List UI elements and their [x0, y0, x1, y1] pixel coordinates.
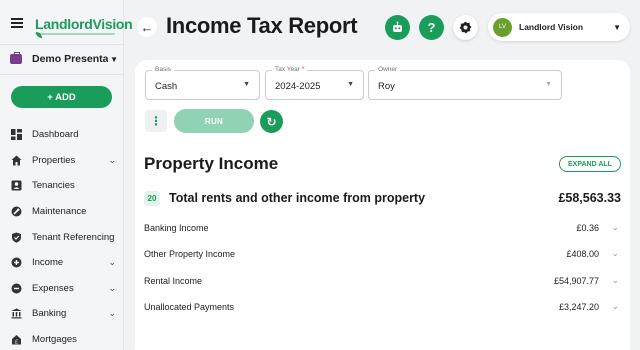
chevron-down-icon[interactable]: ⌄ — [611, 222, 619, 233]
support-button[interactable] — [385, 15, 410, 40]
row-label: Unallocated Payments — [144, 302, 235, 312]
dashboard-icon — [11, 129, 22, 141]
more-vert-icon: ⋮ — [150, 114, 162, 128]
tax-year-label: Tax Year * — [272, 66, 308, 73]
tenancies-icon — [11, 180, 22, 191]
report-row[interactable]: Banking Income £0.36 ⌄ — [144, 221, 619, 237]
sidebar-item-income[interactable]: Income ⌄ — [0, 250, 124, 276]
mortgage-icon: £ — [11, 334, 22, 345]
help-button[interactable]: ? — [419, 15, 444, 40]
caret-down-icon: ▼ — [243, 81, 250, 88]
sidebar-item-expenses[interactable]: Expenses ⌄ — [0, 276, 124, 302]
sidebar-item-tenant-referencing[interactable]: Tenant Referencing — [0, 224, 124, 250]
section-title: Property Income — [144, 154, 279, 173]
briefcase-icon — [10, 52, 22, 64]
basis-select[interactable]: Basis Cash ▼ — [145, 66, 260, 100]
sidebar: LandlordVision Demo Presentati... ▼ + AD… — [0, 0, 133, 350]
menu-icon[interactable] — [11, 18, 23, 28]
page-title: Income Tax Report — [166, 13, 358, 38]
total-code-badge: 20 — [144, 191, 160, 206]
gear-icon — [459, 21, 472, 34]
chevron-down-icon: ⌄ — [108, 308, 116, 319]
report-row[interactable]: Unallocated Payments £3,247.20 ⌄ — [144, 300, 619, 316]
more-options-button[interactable]: ⋮ — [145, 110, 167, 132]
run-button[interactable]: RUN — [174, 109, 254, 133]
tax-year-label-text: Tax Year — [275, 66, 300, 73]
owner-label: Owner — [375, 66, 401, 73]
question-icon: ? — [427, 20, 436, 35]
tax-year-select[interactable]: Tax Year * 2024-2025 ▼ — [265, 66, 364, 100]
chevron-down-icon[interactable]: ⌄ — [611, 275, 619, 286]
user-menu[interactable]: LV Landlord Vision ▼ — [488, 13, 630, 41]
sidebar-item-label: Banking — [32, 308, 67, 320]
organization-name: Demo Presentati... — [32, 53, 109, 65]
avatar: LV — [493, 17, 512, 37]
caret-down-icon: ▼ — [347, 81, 354, 88]
report-row[interactable]: Rental Income £54,907.77 ⌄ — [144, 274, 619, 290]
user-name: Landlord Vision — [519, 22, 584, 32]
total-label: Total rents and other income from proper… — [169, 191, 426, 205]
refresh-icon: ↻ — [266, 114, 277, 129]
row-label: Banking Income — [144, 223, 209, 233]
sidebar-item-label: Tenant Referencing — [32, 231, 115, 243]
row-label: Rental Income — [144, 276, 203, 286]
add-button[interactable]: + ADD — [11, 86, 112, 108]
total-value: £58,563.33 — [558, 191, 621, 205]
report-card: Basis Cash ▼ Tax Year * 2024-2025 ▼ Owne… — [135, 60, 630, 350]
chevron-down-icon[interactable]: ⌄ — [611, 248, 619, 259]
refresh-button[interactable]: ↻ — [260, 110, 283, 133]
settings-button[interactable] — [453, 15, 478, 40]
tax-year-value: 2024-2025 — [275, 81, 321, 92]
row-value: £0.36 — [576, 223, 599, 233]
chevron-down-icon[interactable]: ⌄ — [611, 301, 619, 312]
wrench-icon — [11, 206, 22, 217]
sidebar-item-label: Dashboard — [32, 129, 79, 141]
arrow-left-icon: ← — [140, 19, 154, 35]
sidebar-item-mortgages[interactable]: £ Mortgages — [0, 327, 124, 350]
chevron-down-icon: ⌄ — [108, 282, 116, 293]
divider — [0, 44, 124, 45]
chevron-down-icon: ⌄ — [108, 257, 116, 268]
back-button[interactable]: ← — [137, 17, 157, 37]
caret-down-icon: ▼ — [613, 22, 621, 32]
caret-down-icon: ▼ — [110, 54, 118, 64]
owner-value: Roy — [378, 81, 395, 92]
required-mark: * — [301, 66, 305, 73]
row-value: £3,247.20 — [558, 302, 599, 312]
row-value: £54,907.77 — [553, 276, 599, 286]
basis-value: Cash — [155, 81, 178, 92]
report-row[interactable]: Other Property Income £408.00 ⌄ — [144, 247, 619, 263]
shield-icon — [11, 232, 22, 243]
sidebar-item-tenancies[interactable]: Tenancies — [0, 173, 124, 199]
home-icon — [11, 155, 22, 166]
row-label: Other Property Income — [144, 249, 236, 259]
owner-select[interactable]: Owner Roy ▼ — [368, 66, 562, 100]
plus-circle-icon — [11, 257, 22, 268]
sidebar-nav: Dashboard Properties ⌄ Tenancies Mainten… — [0, 122, 124, 350]
bank-icon — [11, 308, 22, 319]
sidebar-item-label: Maintenance — [32, 206, 87, 218]
organization-selector[interactable]: Demo Presentati... ▼ — [10, 52, 118, 65]
sidebar-item-banking[interactable]: Banking ⌄ — [0, 301, 124, 327]
sidebar-item-dashboard[interactable]: Dashboard — [0, 122, 124, 148]
row-value: £408.00 — [566, 249, 599, 259]
sidebar-item-label: Expenses — [32, 282, 74, 294]
chevron-down-icon: ⌄ — [108, 154, 116, 165]
logo-text: LandlordVision — [35, 16, 133, 32]
expand-all-button[interactable]: EXPAND ALL — [559, 156, 621, 172]
sidebar-item-maintenance[interactable]: Maintenance — [0, 199, 124, 225]
basis-label: Basis — [152, 66, 174, 73]
caret-down-icon: ▼ — [545, 81, 552, 88]
sidebar-item-properties[interactable]: Properties ⌄ — [0, 148, 124, 174]
sidebar-item-label: Tenancies — [32, 180, 75, 192]
robot-icon — [393, 21, 402, 32]
svg-text:£: £ — [15, 340, 18, 346]
logo-underline — [35, 33, 115, 35]
divider — [0, 74, 124, 75]
sidebar-item-label: Income — [32, 257, 64, 269]
sidebar-item-label: Mortgages — [32, 334, 77, 346]
minus-circle-icon — [11, 283, 22, 294]
sidebar-item-label: Properties — [32, 154, 76, 166]
